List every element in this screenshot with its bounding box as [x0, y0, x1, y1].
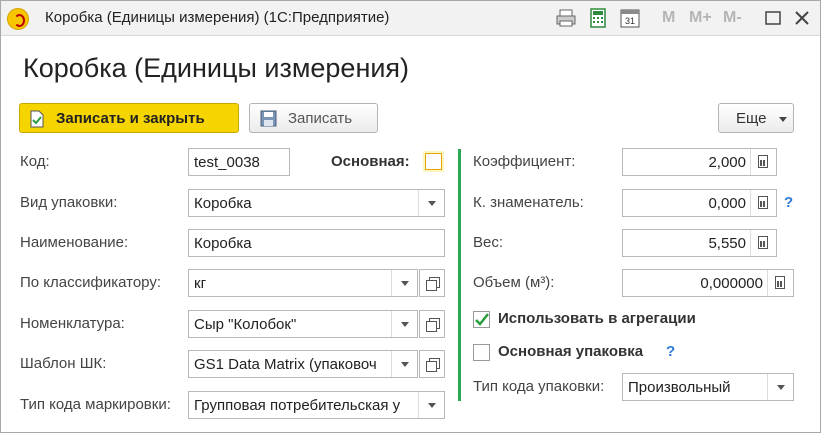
barcode-template-label: Шаблон ШК: — [20, 355, 107, 372]
volume-field[interactable]: 0,000000 — [622, 269, 794, 297]
save-label: Записать — [288, 110, 353, 127]
classifier-select[interactable]: кг — [188, 269, 418, 297]
memory-button[interactable]: M — [662, 9, 675, 27]
classifier-value: кг — [194, 275, 207, 292]
name-field[interactable]: Коробка — [188, 229, 445, 257]
barcode-template-value: GS1 Data Matrix (упаковоч — [194, 356, 377, 373]
open-nomenclature-icon[interactable] — [419, 310, 445, 338]
nomenclature-label: Номенклатура: — [20, 315, 125, 332]
calculator-icon[interactable] — [750, 149, 776, 175]
main-label: Основная: — [331, 153, 410, 170]
calculator-icon[interactable] — [588, 7, 608, 29]
main-pack-label[interactable]: Основная упаковка — [498, 343, 643, 360]
help-icon[interactable]: ? — [666, 343, 675, 360]
use-aggregation-checkbox[interactable] — [473, 311, 490, 328]
name-label: Наименование: — [20, 234, 129, 251]
print-icon[interactable] — [555, 7, 577, 29]
denominator-label: К. знаменатель: — [473, 194, 584, 211]
calculator-icon[interactable] — [750, 190, 776, 216]
coefficient-label: Коэффициент: — [473, 153, 576, 170]
pack-code-type-select[interactable]: Произвольный — [622, 373, 794, 401]
denominator-field[interactable]: 0,000 — [622, 189, 777, 217]
pack-code-type-value: Произвольный — [628, 379, 731, 396]
checkmark-icon — [475, 313, 489, 326]
coefficient-field[interactable]: 2,000 — [622, 148, 777, 176]
help-icon[interactable]: ? — [784, 194, 793, 211]
group-divider — [458, 149, 461, 401]
floppy-disk-icon — [260, 110, 277, 127]
code-value: test_0038 — [194, 154, 260, 171]
barcode-template-select[interactable]: GS1 Data Matrix (упаковоч — [188, 350, 418, 378]
marking-code-type-select[interactable]: Групповая потребительская у — [188, 391, 445, 419]
code-label: Код: — [20, 153, 50, 170]
volume-label: Объем (м³): — [473, 274, 555, 291]
title-bar: Коробка (Единицы измерения) (1С:Предприя… — [1, 1, 820, 36]
calendar-icon[interactable]: 31 — [619, 7, 641, 29]
nomenclature-select[interactable]: Сыр "Колобок" — [188, 310, 418, 338]
dropdown-arrow-icon[interactable] — [767, 374, 793, 400]
calculator-icon[interactable] — [750, 230, 776, 256]
name-value: Коробка — [194, 235, 252, 252]
denominator-value: 0,000 — [708, 195, 746, 212]
more-button[interactable]: Еще — [718, 103, 794, 133]
save-and-close-label: Записать и закрыть — [56, 110, 205, 127]
dropdown-arrow-icon[interactable] — [391, 351, 417, 377]
pack-code-type-label: Тип кода упаковки: — [473, 378, 605, 395]
dropdown-arrow-icon[interactable] — [391, 270, 417, 296]
marking-code-type-label: Тип кода маркировки: — [20, 396, 171, 413]
volume-value: 0,000000 — [700, 275, 763, 292]
document-check-icon — [30, 110, 44, 128]
page-title: Коробка (Единицы измерения) — [23, 53, 410, 83]
chevron-down-icon — [779, 117, 787, 122]
dropdown-arrow-icon[interactable] — [391, 311, 417, 337]
nomenclature-value: Сыр "Колобок" — [194, 316, 297, 333]
open-barcode-template-icon[interactable] — [419, 350, 445, 378]
pack-type-value: Коробка — [194, 195, 252, 212]
maximize-icon[interactable] — [764, 7, 782, 29]
memory-plus-button[interactable]: M+ — [689, 9, 712, 27]
open-classifier-icon[interactable] — [419, 269, 445, 297]
code-field[interactable]: test_0038 — [188, 148, 290, 176]
window-title: Коробка (Единицы измерения) (1С:Предприя… — [45, 9, 390, 26]
save-and-close-button[interactable]: Записать и закрыть — [19, 103, 239, 133]
1c-logo-icon — [7, 8, 29, 30]
main-pack-checkbox[interactable] — [473, 344, 490, 361]
dropdown-arrow-icon[interactable] — [418, 190, 444, 216]
close-icon[interactable] — [793, 7, 811, 29]
main-checkbox[interactable] — [425, 153, 442, 170]
weight-label: Вес: — [473, 234, 504, 251]
pack-type-select[interactable]: Коробка — [188, 189, 445, 217]
marking-code-type-value: Групповая потребительская у — [194, 397, 401, 414]
weight-value: 5,550 — [708, 235, 746, 252]
svg-text:31: 31 — [625, 16, 635, 26]
form-window: Коробка (Единицы измерения) (1С:Предприя… — [0, 0, 821, 433]
weight-field[interactable]: 5,550 — [622, 229, 777, 257]
pack-type-label: Вид упаковки: — [20, 194, 118, 211]
classifier-label: По классификатору: — [20, 274, 162, 291]
memory-minus-button[interactable]: M- — [723, 9, 742, 27]
dropdown-arrow-icon[interactable] — [418, 392, 444, 418]
calculator-icon[interactable] — [767, 270, 793, 296]
use-aggregation-label[interactable]: Использовать в агрегации — [498, 310, 696, 327]
more-label: Еще — [736, 110, 767, 127]
save-button[interactable]: Записать — [249, 103, 378, 133]
coefficient-value: 2,000 — [708, 154, 746, 171]
